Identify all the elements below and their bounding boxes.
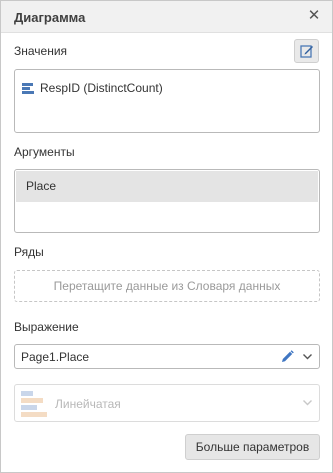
series-label: Ряды bbox=[14, 245, 44, 259]
arguments-list[interactable]: Place bbox=[14, 169, 320, 233]
list-item[interactable]: RespID (DistinctCount) bbox=[22, 80, 163, 96]
panel-title: Диаграмма bbox=[14, 10, 86, 25]
expression-select[interactable]: Page1.Place bbox=[14, 344, 320, 369]
series-drop-zone[interactable]: Перетащите данные из Словаря данных bbox=[14, 270, 320, 302]
bar-chart-type-icon bbox=[21, 389, 49, 419]
chevron-down-icon bbox=[303, 400, 312, 406]
values-list[interactable]: RespID (DistinctCount) bbox=[14, 69, 320, 133]
close-icon[interactable]: ✕ bbox=[305, 7, 323, 25]
expression-value: Page1.Place bbox=[21, 350, 90, 364]
list-item[interactable]: Place bbox=[16, 171, 318, 202]
arguments-label: Аргументы bbox=[14, 145, 75, 159]
chart-type-value: Линейчатая bbox=[55, 397, 121, 411]
chart-type-select[interactable]: Линейчатая bbox=[14, 384, 320, 422]
values-label: Значения bbox=[14, 44, 68, 58]
more-parameters-button[interactable]: Больше параметров bbox=[185, 434, 320, 460]
pencil-icon[interactable] bbox=[281, 350, 294, 363]
value-item-label: RespID (DistinctCount) bbox=[40, 81, 163, 95]
bar-chart-icon bbox=[22, 82, 34, 94]
edit-icon bbox=[300, 45, 313, 58]
edit-values-button[interactable] bbox=[294, 39, 319, 63]
expression-label: Выражение bbox=[14, 320, 79, 334]
chart-properties-panel: Диаграмма ✕ Значения RespID (DistinctCou… bbox=[0, 0, 333, 473]
chevron-down-icon[interactable] bbox=[302, 351, 313, 362]
panel-header: Диаграмма ✕ bbox=[1, 1, 332, 33]
